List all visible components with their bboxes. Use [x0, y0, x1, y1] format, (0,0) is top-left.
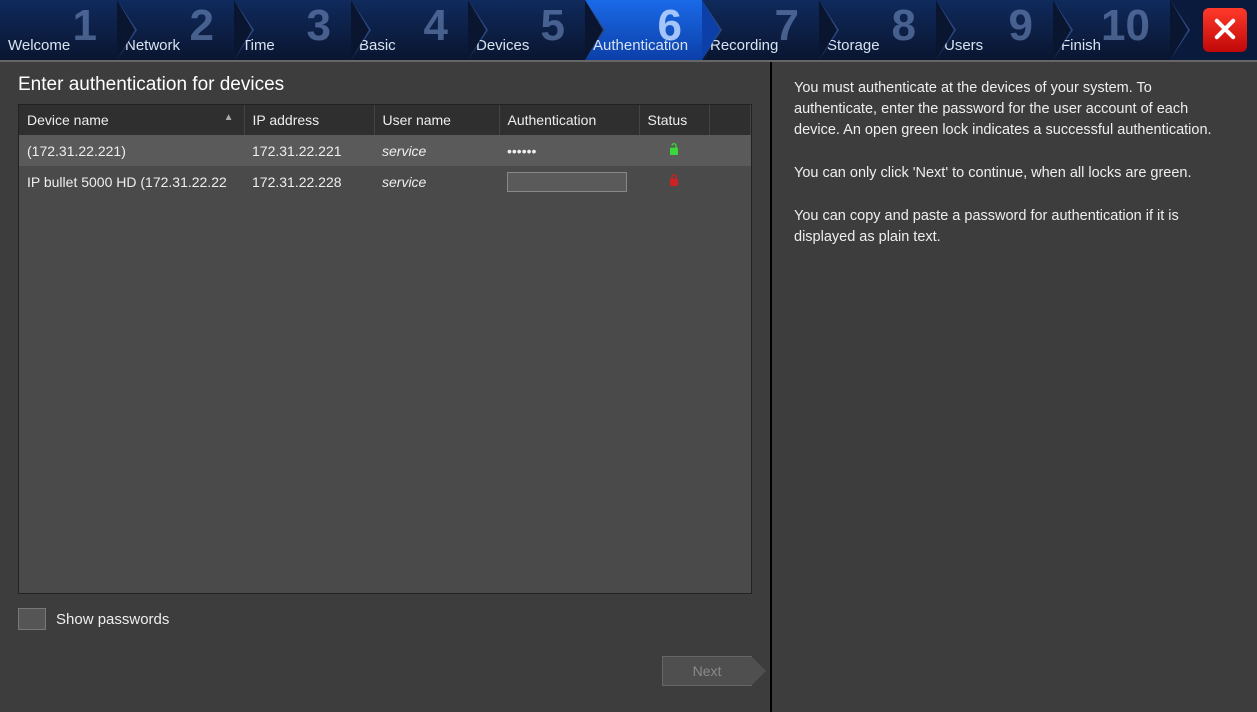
wizard-nav: 1 Welcome 2 Network 3 Time 4 Basic 5 Dev… [0, 0, 1257, 60]
col-header-device[interactable]: Device name ▲ [19, 105, 244, 135]
col-header-spacer [709, 105, 751, 135]
table-row[interactable]: (172.31.22.221) 172.31.22.221 service ••… [19, 135, 751, 166]
help-pane: You must authenticate at the devices of … [772, 62, 1257, 712]
close-button[interactable] [1203, 8, 1247, 52]
password-input[interactable] [507, 172, 627, 192]
cell-device: IP bullet 5000 HD (172.31.22.22 [19, 166, 244, 197]
col-header-label: Authentication [508, 112, 597, 128]
cell-auth [499, 166, 639, 197]
wizard-step-number: 1 [73, 4, 97, 48]
cell-status [639, 135, 709, 166]
col-header-user[interactable]: User name [374, 105, 499, 135]
col-header-label: User name [383, 112, 451, 128]
left-pane: Enter authentication for devices Device … [0, 62, 772, 712]
wizard-step-label: Recording [710, 37, 778, 54]
show-passwords-row: Show passwords [18, 608, 752, 630]
help-text: You can copy and paste a password for au… [794, 206, 1235, 248]
col-header-auth[interactable]: Authentication [499, 105, 639, 135]
wizard-step-welcome[interactable]: 1 Welcome [0, 0, 117, 60]
col-header-status[interactable]: Status [639, 105, 709, 135]
close-icon [1211, 15, 1239, 46]
next-button-label: Next [693, 663, 722, 679]
wizard-step-number: 3 [307, 4, 331, 48]
wizard-step-number: 8 [892, 4, 916, 48]
table-row[interactable]: IP bullet 5000 HD (172.31.22.22 172.31.2… [19, 166, 751, 197]
show-passwords-checkbox[interactable] [18, 608, 46, 630]
wizard-step-number: 5 [541, 4, 565, 48]
cell-auth: •••••• [499, 135, 639, 166]
cell-status [639, 166, 709, 197]
next-button[interactable]: Next [662, 656, 752, 686]
cell-device: (172.31.22.221) [19, 135, 244, 166]
cell-ip: 172.31.22.228 [244, 166, 374, 197]
cell-user: service [374, 166, 499, 197]
wizard-step-number: 9 [1009, 4, 1033, 48]
wizard-step-number: 10 [1101, 4, 1150, 48]
show-passwords-label: Show passwords [56, 611, 169, 628]
lock-closed-icon [666, 175, 682, 191]
col-header-label: Device name [27, 112, 109, 128]
device-table: Device name ▲ IP address User name Authe… [18, 104, 752, 594]
wizard-step-label: Authentication [593, 37, 688, 54]
wizard-step-number: 4 [424, 4, 448, 48]
cell-user: service [374, 135, 499, 166]
cell-ip: 172.31.22.221 [244, 135, 374, 166]
col-header-label: Status [648, 112, 688, 128]
help-text: You must authenticate at the devices of … [794, 78, 1235, 141]
col-header-label: IP address [253, 112, 320, 128]
sort-asc-icon: ▲ [224, 112, 234, 123]
lock-open-icon [666, 144, 682, 160]
help-text: You can only click 'Next' to continue, w… [794, 163, 1235, 184]
wizard-step-label: Welcome [8, 37, 70, 54]
col-header-ip[interactable]: IP address [244, 105, 374, 135]
wizard-step-number: 2 [190, 4, 214, 48]
page-title: Enter authentication for devices [18, 74, 752, 96]
